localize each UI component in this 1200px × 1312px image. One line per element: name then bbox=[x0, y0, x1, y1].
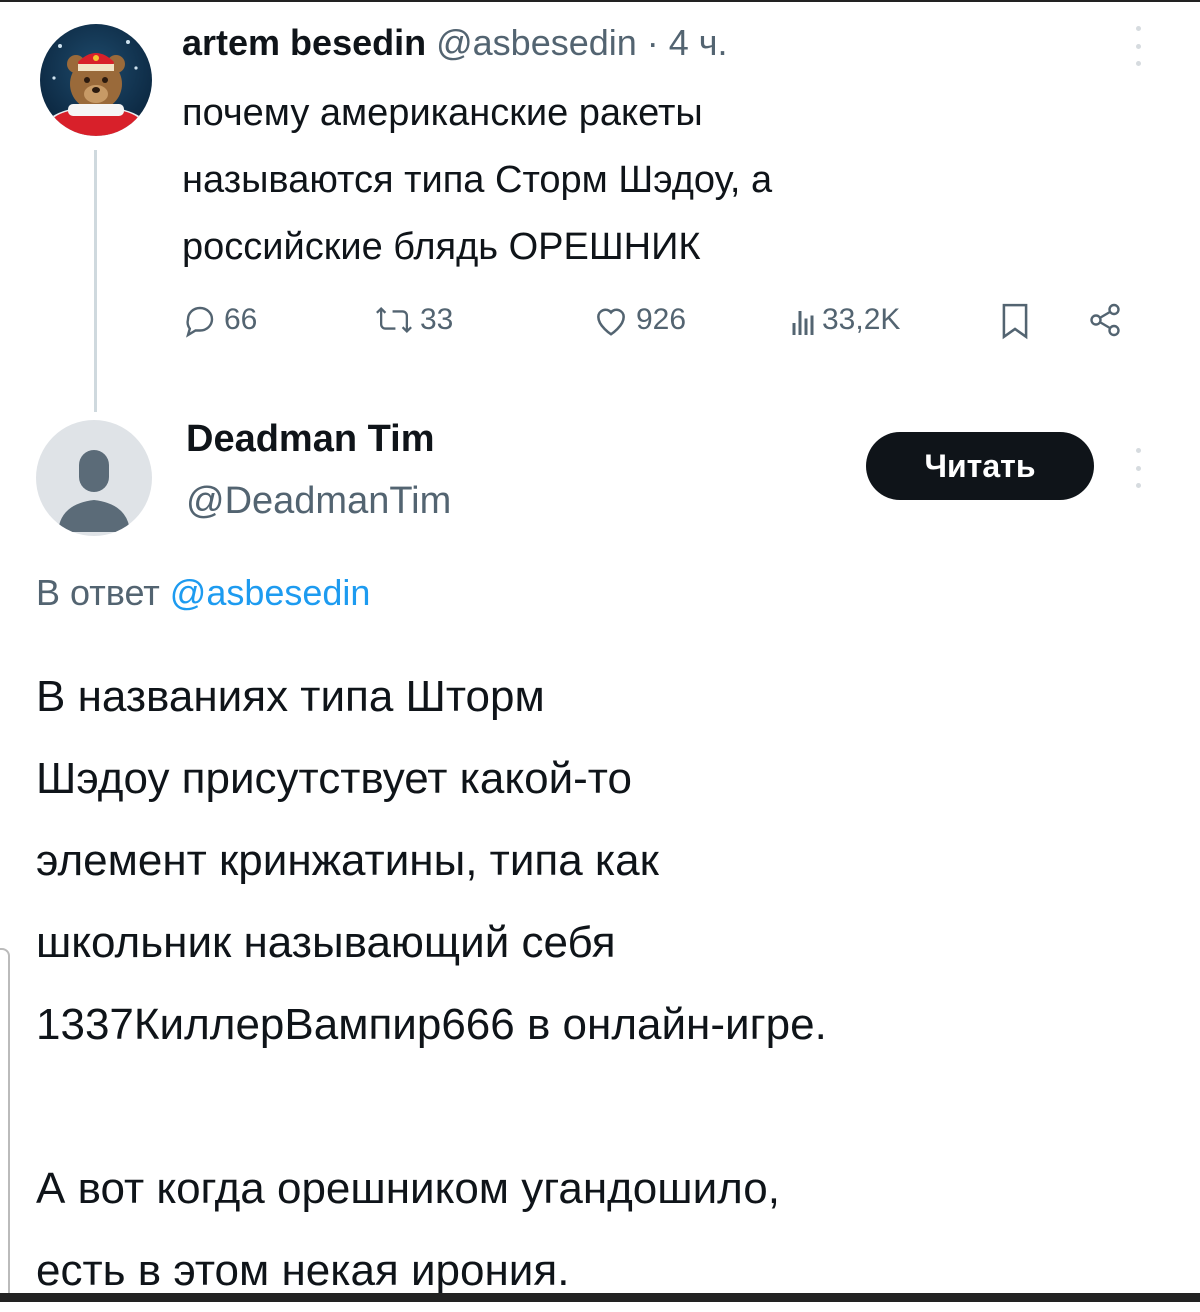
reply-text-line: школьник называющий себя bbox=[36, 918, 616, 967]
screenshot-edge-mark bbox=[0, 948, 10, 1295]
bookmark-action[interactable] bbox=[1000, 302, 1030, 340]
tweet-header: artem besedin @asbesedin · 4 ч. bbox=[182, 22, 728, 64]
tweet-author-name[interactable]: artem besedin bbox=[182, 22, 426, 63]
bear-avatar-image bbox=[40, 40, 152, 136]
thread-line bbox=[94, 150, 97, 412]
reply-author-handle[interactable]: @DeadmanTim bbox=[186, 480, 451, 523]
repost-icon bbox=[374, 302, 414, 338]
like-count: 926 bbox=[636, 303, 687, 336]
reply-text-line: Шэдоу присутствует какой-то bbox=[36, 754, 632, 803]
reply-to-line: В ответ @asbesedin bbox=[36, 572, 370, 614]
reply-to-prefix: В ответ bbox=[36, 572, 170, 613]
views-icon bbox=[790, 302, 816, 338]
tweet-time[interactable]: 4 ч. bbox=[669, 22, 728, 63]
author-avatar[interactable] bbox=[40, 24, 152, 136]
repost-action[interactable]: 33 bbox=[374, 302, 453, 338]
default-avatar-icon bbox=[58, 450, 130, 532]
reply-text-line: В названиях типа Шторм bbox=[36, 672, 545, 721]
reply-icon bbox=[182, 302, 218, 338]
tweet-text-line: почему американские ракеты bbox=[182, 92, 703, 134]
views-count: 33,2K bbox=[822, 303, 901, 336]
views-action[interactable]: 33,2K bbox=[790, 302, 900, 338]
like-action[interactable]: 926 bbox=[592, 302, 686, 338]
tweet-author-handle[interactable]: @asbesedin bbox=[436, 22, 637, 63]
tweet-actions: 66 33 926 33,2K bbox=[182, 302, 1142, 348]
more-icon[interactable] bbox=[1132, 448, 1144, 488]
reply-author-name[interactable]: Deadman Tim bbox=[186, 418, 434, 461]
reply-paragraph: В названиях типа Шторм Шэдоу присутствуе… bbox=[36, 656, 1156, 1066]
tweet-text-line: российские блядь ОРЕШНИК bbox=[182, 226, 701, 268]
reply-action[interactable]: 66 bbox=[182, 302, 257, 338]
more-icon[interactable] bbox=[1132, 26, 1144, 66]
tweet-text: почему американские ракеты называются ти… bbox=[182, 80, 1062, 281]
share-action[interactable] bbox=[1086, 302, 1124, 338]
reply-text-line: 1337КиллерВампир666 в онлайн-игре. bbox=[36, 1000, 827, 1049]
reply-count: 66 bbox=[224, 303, 258, 336]
tweet-text-line: называются типа Сторм Шэдоу, а bbox=[182, 159, 773, 201]
repost-count: 33 bbox=[420, 303, 454, 336]
follow-button[interactable]: Читать bbox=[866, 432, 1094, 500]
screenshot-bottom-border bbox=[0, 1293, 1200, 1302]
reply-paragraph: А вот когда орешником угандошило, есть в… bbox=[36, 1148, 1156, 1312]
reply-to-handle-link[interactable]: @asbesedin bbox=[170, 572, 371, 613]
reply-text-line: элемент кринжатины, типа как bbox=[36, 836, 659, 885]
like-icon bbox=[592, 302, 630, 338]
tweet-separator: · bbox=[636, 22, 669, 63]
reply-text: В названиях типа Шторм Шэдоу присутствуе… bbox=[36, 656, 1156, 1312]
bookmark-icon bbox=[1000, 302, 1030, 340]
reply-author-avatar[interactable] bbox=[36, 420, 152, 536]
reply-text-line: А вот когда орешником угандошило, bbox=[36, 1164, 781, 1213]
screenshot-top-border bbox=[0, 0, 1200, 2]
share-icon bbox=[1086, 302, 1124, 338]
